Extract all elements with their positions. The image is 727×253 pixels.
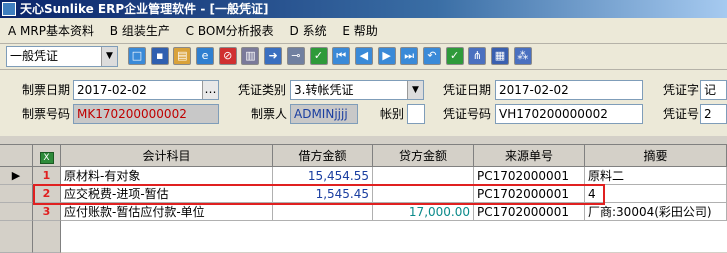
menu-help[interactable]: E 帮助: [334, 18, 381, 44]
row-indicator-icon[interactable]: ▶: [0, 167, 33, 185]
voucher-category-select[interactable]: 3.转帐凭证 ▼: [290, 80, 424, 100]
cert-word-value: 记: [704, 83, 717, 97]
cell-debit[interactable]: [273, 203, 373, 221]
print-icon[interactable]: ▥: [241, 47, 260, 65]
maker-value: ADMINjjjj: [294, 107, 348, 121]
voucher-no-label: 制票号码: [22, 107, 71, 121]
multi-check-icon[interactable]: ✓: [445, 47, 464, 65]
row-selector[interactable]: [0, 203, 33, 221]
row-number: 1: [33, 167, 61, 185]
tree-icon[interactable]: ⋔: [468, 47, 487, 65]
maker-label: 制票人: [251, 107, 288, 121]
ellipsis-icon[interactable]: …: [202, 81, 218, 99]
col-header-debit[interactable]: 借方金额: [273, 145, 373, 167]
cell-summary[interactable]: 原料二: [585, 167, 727, 185]
voucher-no-value: MK170200000002: [77, 107, 187, 121]
title-bar: 天心Sunlike ERP企业管理软件 - [一般凭证]: [0, 0, 727, 18]
menu-system[interactable]: D 系统: [282, 18, 331, 44]
excel-icon[interactable]: X: [33, 145, 61, 167]
ie-icon[interactable]: e: [196, 47, 215, 65]
account-book-label: 帐别: [380, 107, 405, 121]
col-header-summary[interactable]: 摘要: [585, 145, 727, 167]
last-icon[interactable]: ⏭: [400, 47, 419, 65]
menu-bom-report[interactable]: C BOM分析报表: [178, 18, 278, 44]
voucher-date-value: 2017-02-02: [77, 83, 147, 97]
account-book-field[interactable]: [407, 104, 425, 124]
menu-mrp-basic[interactable]: A MRP基本资料: [0, 18, 98, 44]
undo-icon[interactable]: ↶: [422, 47, 441, 65]
open-icon[interactable]: ▤: [173, 47, 192, 65]
grid-icon[interactable]: ▦: [491, 47, 509, 65]
grid-corner: [0, 145, 33, 167]
voucher-type-select[interactable]: 一般凭证 ▼: [6, 46, 118, 67]
chevron-down-icon[interactable]: ▼: [101, 47, 117, 66]
row-number: [33, 221, 61, 253]
menu-bar: A MRP基本资料 B 组装生产 C BOM分析报表 D 系统 E 帮助: [0, 18, 727, 44]
voucher-no-field: MK170200000002: [73, 104, 219, 124]
cert-no-field[interactable]: VH170200000002: [495, 104, 643, 124]
cell-account[interactable]: 应付账款-暂估应付款-单位: [61, 203, 273, 221]
delete-icon[interactable]: ⊘: [218, 47, 237, 65]
cell-credit[interactable]: [373, 167, 474, 185]
new-icon[interactable]: □: [128, 47, 146, 65]
row-selector[interactable]: [0, 185, 33, 203]
cell-account[interactable]: 原材料-有对象: [61, 167, 273, 185]
cert-date-field[interactable]: 2017-02-02: [495, 80, 643, 100]
cell-credit[interactable]: 17,000.00: [373, 203, 474, 221]
cert-number-value: 2: [704, 107, 712, 121]
highlight-box: [33, 184, 605, 205]
cert-word-field[interactable]: 记: [700, 80, 727, 100]
voucher-date-field[interactable]: 2017-02-02 …: [73, 80, 219, 100]
toolbar: 一般凭证 ▼ □ ▪ ▤ e ⊘ ▥ ➜ ⊸ ✓ ⏮ ◀ ▶ ⏭ ↶ ✓ ⋔ ▦ ⁂: [0, 44, 727, 70]
voucher-category-label: 凭证类别: [238, 83, 287, 97]
cell-summary[interactable]: 4: [585, 185, 727, 203]
first-icon[interactable]: ⏮: [332, 47, 351, 65]
cell-source[interactable]: PC1702000001: [474, 203, 585, 221]
voucher-date-label: 制票日期: [22, 83, 71, 97]
voucher-type-value: 一般凭证: [10, 49, 59, 63]
cert-word-label: 凭证字: [663, 83, 700, 97]
row-number: 3: [33, 203, 61, 221]
cert-date-label: 凭证日期: [443, 83, 492, 97]
window-title: 天心Sunlike ERP企业管理软件 - [一般凭证]: [20, 2, 269, 16]
cert-no-label: 凭证号码: [443, 107, 492, 121]
export-icon[interactable]: ➜: [264, 47, 283, 65]
network-icon[interactable]: ⁂: [513, 47, 532, 65]
key-icon[interactable]: ⊸: [286, 47, 305, 65]
chevron-down-icon[interactable]: ▼: [407, 81, 423, 99]
cell-debit[interactable]: 15,454.55: [273, 167, 373, 185]
cert-number-field[interactable]: 2: [700, 104, 727, 124]
col-header-account[interactable]: 会计科目: [61, 145, 273, 167]
next-icon[interactable]: ▶: [377, 47, 396, 65]
app-icon: [2, 2, 16, 16]
voucher-header: 制票日期 2017-02-02 … 制票号码 MK170200000002 凭证…: [0, 70, 727, 136]
col-header-credit[interactable]: 贷方金额: [373, 145, 474, 167]
save-icon[interactable]: ▪: [150, 47, 169, 65]
col-header-source[interactable]: 来源单号: [474, 145, 585, 167]
row-selector[interactable]: [0, 221, 33, 253]
menu-assembly[interactable]: B 组装生产: [102, 18, 174, 44]
prev-icon[interactable]: ◀: [354, 47, 373, 65]
check-icon[interactable]: ✓: [309, 47, 328, 65]
cell-source[interactable]: PC1702000001: [474, 167, 585, 185]
toolbar-buttons: □ ▪ ▤ e ⊘ ▥ ➜ ⊸ ✓ ⏮ ◀ ▶ ⏭ ↶ ✓ ⋔ ▦ ⁂: [128, 47, 536, 67]
cell-summary[interactable]: 厂商:30004(彩田公司): [585, 203, 727, 221]
voucher-category-value: 3.转帐凭证: [294, 83, 354, 97]
cert-number-label: 凭证号: [663, 107, 700, 121]
cert-no-value: VH170200000002: [499, 107, 608, 121]
cert-date-value: 2017-02-02: [499, 83, 569, 97]
maker-field: ADMINjjjj: [290, 104, 358, 124]
